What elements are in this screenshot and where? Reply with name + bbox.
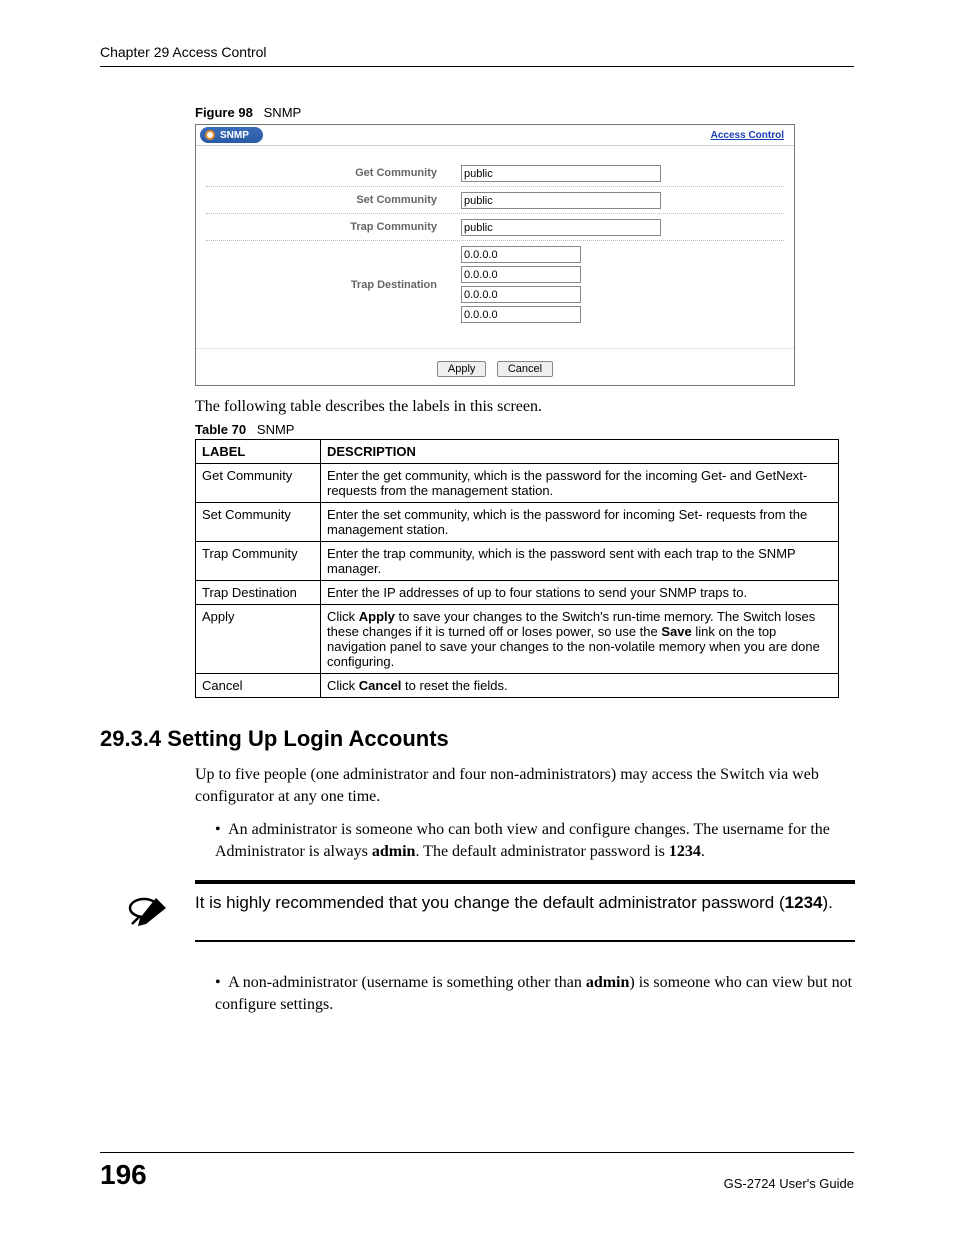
input-trap-dest-4[interactable] [461, 306, 581, 323]
table-row: Trap Destination Enter the IP addresses … [196, 581, 839, 605]
cell-desc: Enter the get community, which is the pa… [321, 464, 839, 503]
note-icon [100, 892, 195, 930]
table-caption: Table 70 SNMP [195, 422, 854, 437]
table-row: Get Community Enter the get community, w… [196, 464, 839, 503]
table-row: Cancel Click Cancel to reset the fields. [196, 674, 839, 698]
cell-label: Cancel [196, 674, 321, 698]
cell-desc: Click Apply to save your changes to the … [321, 605, 839, 674]
cell-label: Trap Destination [196, 581, 321, 605]
bullet-admin: • An administrator is someone who can bo… [215, 819, 854, 862]
note-rule-bottom [195, 940, 855, 942]
input-get-community[interactable] [461, 165, 661, 182]
th-description: DESCRIPTION [321, 440, 839, 464]
bullet-nonadmin: • A non-administrator (username is somet… [215, 972, 854, 1015]
table-row: Trap Community Enter the trap community,… [196, 542, 839, 581]
cell-desc: Enter the trap community, which is the p… [321, 542, 839, 581]
section-heading: 29.3.4 Setting Up Login Accounts [100, 726, 854, 752]
cell-desc: Enter the set community, which is the pa… [321, 503, 839, 542]
bullet-icon: • [215, 819, 225, 841]
panel-header: SNMP Access Control [196, 125, 794, 146]
form-area: Get Community Set Community Trap Communi… [196, 146, 794, 338]
guide-name: GS-2724 User's Guide [724, 1176, 854, 1191]
input-trap-community[interactable] [461, 219, 661, 236]
header-rule [100, 66, 854, 67]
row-get-community: Get Community [206, 160, 784, 187]
label-trap-destination: Trap Destination [206, 279, 461, 291]
panel-title-pill: SNMP [200, 127, 263, 143]
description-table: LABEL DESCRIPTION Get Community Enter th… [195, 439, 839, 698]
cancel-button[interactable]: Cancel [497, 361, 553, 377]
page-number: 196 [100, 1159, 147, 1191]
input-trap-dest-2[interactable] [461, 266, 581, 283]
cell-label: Get Community [196, 464, 321, 503]
figure-caption: Figure 98 SNMP [195, 105, 854, 120]
label-get-community: Get Community [206, 167, 461, 179]
pencil-note-icon [126, 894, 170, 930]
input-trap-dest-3[interactable] [461, 286, 581, 303]
row-set-community: Set Community [206, 187, 784, 214]
section-paragraph: Up to five people (one administrator and… [195, 764, 854, 807]
label-trap-community: Trap Community [206, 221, 461, 233]
note-text: It is highly recommended that you change… [195, 892, 854, 915]
figure-label: Figure 98 [195, 105, 253, 120]
table-row: Set Community Enter the set community, w… [196, 503, 839, 542]
row-trap-destination: Trap Destination [206, 241, 784, 328]
cell-label: Set Community [196, 503, 321, 542]
status-dot-icon [204, 129, 216, 141]
figure-title: SNMP [264, 105, 302, 120]
apply-button[interactable]: Apply [437, 361, 487, 377]
snmp-screenshot: SNMP Access Control Get Community Set Co… [195, 124, 795, 386]
input-trap-dest-1[interactable] [461, 246, 581, 263]
panel-title: SNMP [220, 130, 249, 141]
cell-desc: Click Cancel to reset the fields. [321, 674, 839, 698]
input-set-community[interactable] [461, 192, 661, 209]
page-footer: 196 GS-2724 User's Guide [100, 1152, 854, 1191]
cell-desc: Enter the IP addresses of up to four sta… [321, 581, 839, 605]
chapter-header: Chapter 29 Access Control [100, 44, 854, 60]
th-label: LABEL [196, 440, 321, 464]
table-title: SNMP [257, 422, 295, 437]
access-control-link[interactable]: Access Control [711, 130, 784, 141]
table-label: Table 70 [195, 422, 246, 437]
table-intro-text: The following table describes the labels… [195, 398, 854, 416]
table-header-row: LABEL DESCRIPTION [196, 440, 839, 464]
label-set-community: Set Community [206, 194, 461, 206]
button-bar: Apply Cancel [196, 348, 794, 385]
row-trap-community: Trap Community [206, 214, 784, 241]
cell-label: Apply [196, 605, 321, 674]
note-block: It is highly recommended that you change… [100, 880, 854, 942]
bullet-icon: • [215, 972, 225, 994]
cell-label: Trap Community [196, 542, 321, 581]
table-row: Apply Click Apply to save your changes t… [196, 605, 839, 674]
